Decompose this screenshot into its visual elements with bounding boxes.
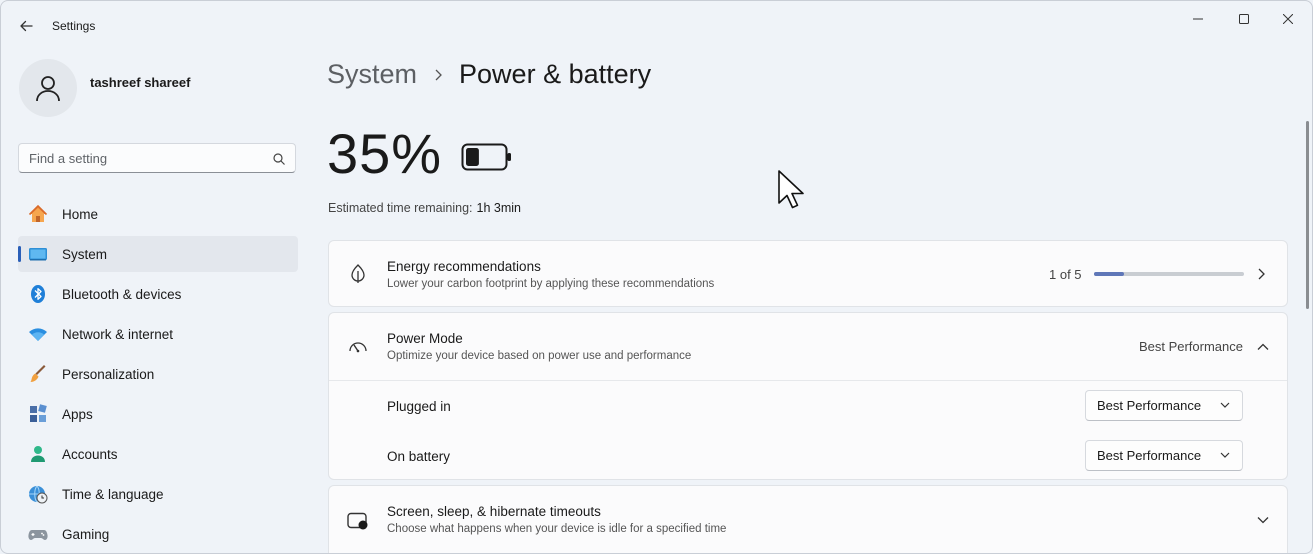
minimize-icon xyxy=(1193,18,1203,20)
card-title: Power Mode xyxy=(387,331,463,346)
close-icon xyxy=(1283,14,1293,24)
sidebar-item-label: Time & language xyxy=(62,486,164,502)
sidebar-item-label: Home xyxy=(62,206,99,222)
chevron-right-icon xyxy=(1253,266,1269,282)
search-icon[interactable] xyxy=(273,152,285,170)
sidebar-item-network[interactable]: Network & internet xyxy=(18,316,298,352)
chevron-down-icon xyxy=(1220,452,1230,458)
back-button[interactable] xyxy=(15,15,37,37)
battery-icon xyxy=(461,143,511,171)
card-title: Screen, sleep, & hibernate timeouts xyxy=(387,504,601,519)
accounts-icon xyxy=(28,444,48,464)
sidebar-item-time-language[interactable]: Time & language xyxy=(18,476,298,512)
apps-icon xyxy=(28,404,48,424)
sidebar-nav: Home System Bluetooth & devices Network … xyxy=(18,196,298,553)
sidebar-item-label: Accounts xyxy=(62,446,118,462)
title-bar: Settings xyxy=(1,1,1312,49)
card-subtitle: Optimize your device based on power use … xyxy=(387,350,692,362)
page-title: Power & battery xyxy=(459,59,652,89)
sidebar-item-accounts[interactable]: Accounts xyxy=(18,436,298,472)
gamepad-icon xyxy=(28,524,48,544)
breadcrumb-system-link[interactable]: System xyxy=(327,59,417,90)
maximize-button[interactable] xyxy=(1221,9,1267,29)
on-battery-label: On battery xyxy=(387,449,451,464)
chevron-down-icon[interactable] xyxy=(1255,512,1271,528)
plugged-in-row: Plugged in Best Performance xyxy=(329,381,1287,431)
breadcrumb: System Power & battery xyxy=(327,59,651,90)
estimated-time-label: Estimated time remaining: xyxy=(328,201,473,215)
leaf-icon xyxy=(347,263,369,285)
on-battery-dropdown[interactable]: Best Performance xyxy=(1085,440,1243,471)
plugged-in-label: Plugged in xyxy=(387,399,451,414)
dropdown-value: Best Performance xyxy=(1097,448,1202,463)
sidebar-item-gaming[interactable]: Gaming xyxy=(18,516,298,552)
maximize-icon xyxy=(1239,14,1249,24)
battery-percentage: 35% xyxy=(327,122,443,185)
bluetooth-icon xyxy=(28,284,48,304)
globe-clock-icon xyxy=(28,484,48,504)
close-button[interactable] xyxy=(1265,9,1311,29)
card-subtitle: Choose what happens when your device is … xyxy=(387,523,727,535)
avatar xyxy=(19,59,77,117)
sidebar-item-label: System xyxy=(62,246,108,262)
estimated-time: Estimated time remaining: 1h 3min xyxy=(328,201,521,215)
sidebar-item-home[interactable]: Home xyxy=(18,196,298,232)
person-icon xyxy=(36,76,60,102)
recommendation-progress-bar xyxy=(1094,272,1244,276)
dropdown-value: Best Performance xyxy=(1097,398,1202,413)
sidebar-item-apps[interactable]: Apps xyxy=(18,396,298,432)
card-subtitle: Lower your carbon footprint by applying … xyxy=(387,278,715,290)
energy-recommendations-card[interactable]: Energy recommendations Lower your carbon… xyxy=(328,240,1288,307)
system-icon xyxy=(28,244,48,264)
on-battery-row: On battery Best Performance xyxy=(329,431,1287,481)
battery-fill xyxy=(466,148,479,166)
chevron-right-icon xyxy=(433,69,443,81)
app-title: Settings xyxy=(52,19,96,33)
power-mode-header[interactable]: Power Mode Optimize your device based on… xyxy=(329,313,1287,380)
sidebar-item-system[interactable]: System xyxy=(18,236,298,272)
card-title: Energy recommendations xyxy=(387,259,541,274)
speedometer-icon xyxy=(347,335,369,357)
sidebar-item-label: Network & internet xyxy=(62,326,174,342)
screen-sleep-icon xyxy=(347,510,369,532)
brush-icon xyxy=(28,364,48,384)
sleep-timeouts-card[interactable]: Screen, sleep, & hibernate timeouts Choo… xyxy=(328,485,1288,553)
sidebar-item-personalization[interactable]: Personalization xyxy=(18,356,298,392)
recommendation-progress-fill xyxy=(1094,272,1124,276)
sidebar-item-label: Apps xyxy=(62,406,93,422)
settings-window: Settings tashreef shareef Home xyxy=(0,0,1313,554)
sidebar-item-bluetooth[interactable]: Bluetooth & devices xyxy=(18,276,298,312)
chevron-up-icon[interactable] xyxy=(1255,339,1271,355)
chevron-down-icon xyxy=(1220,402,1230,408)
user-name: tashreef shareef xyxy=(90,75,191,90)
scrollbar[interactable] xyxy=(1306,121,1309,309)
sidebar-item-label: Gaming xyxy=(62,526,110,542)
search-box[interactable] xyxy=(18,143,296,173)
recommendation-count: 1 of 5 xyxy=(1049,267,1082,282)
estimated-time-value: 1h 3min xyxy=(476,201,521,215)
mouse-cursor-icon xyxy=(778,170,804,209)
back-arrow-icon xyxy=(20,20,33,32)
power-mode-value: Best Performance xyxy=(1138,339,1243,354)
home-icon xyxy=(28,204,48,224)
plugged-in-dropdown[interactable]: Best Performance xyxy=(1085,390,1243,421)
wifi-icon xyxy=(28,324,48,344)
search-input[interactable] xyxy=(29,144,259,172)
minimize-button[interactable] xyxy=(1175,9,1221,29)
sidebar-item-label: Bluetooth & devices xyxy=(62,286,182,302)
power-mode-card: Power Mode Optimize your device based on… xyxy=(328,312,1288,480)
sidebar-item-label: Personalization xyxy=(62,366,155,382)
